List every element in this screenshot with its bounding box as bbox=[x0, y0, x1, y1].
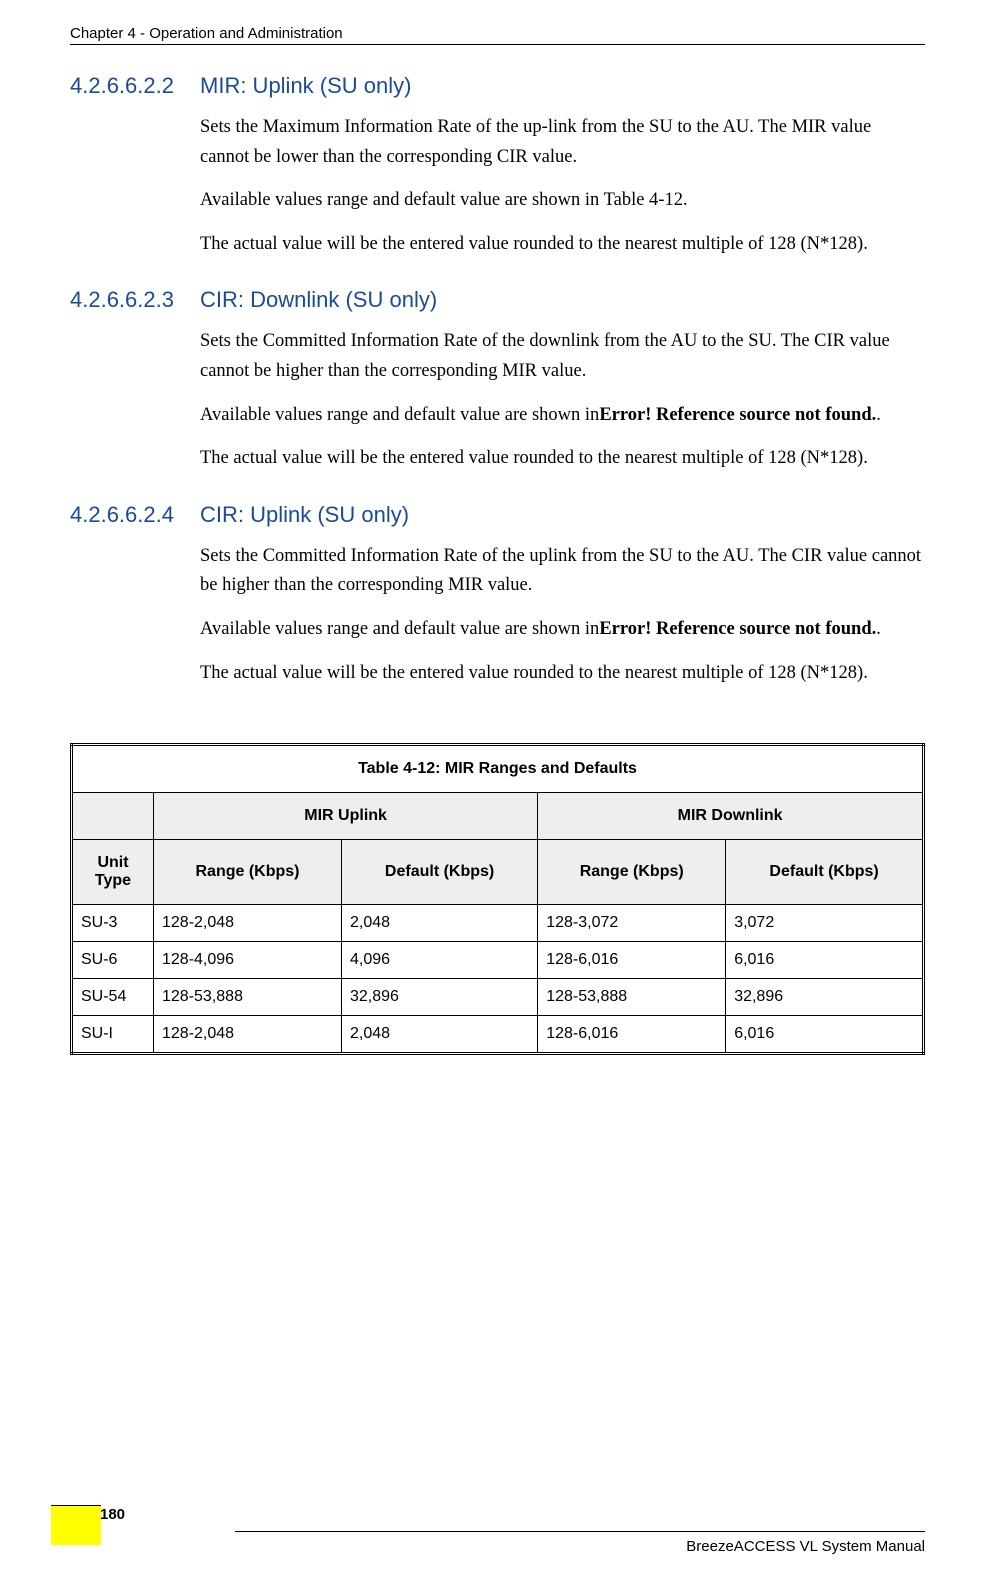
table-cell: 128-6,016 bbox=[538, 1016, 726, 1054]
table-row: SU-54 128-53,888 32,896 128-53,888 32,89… bbox=[72, 979, 924, 1016]
table-header: Range (Kbps) bbox=[538, 840, 726, 905]
footer-text: BreezeACCESS VL System Manual bbox=[235, 1531, 925, 1555]
error-text: Error! Reference source not found. bbox=[599, 405, 876, 425]
text-run: . bbox=[876, 405, 881, 425]
table-cell: 4,096 bbox=[341, 942, 537, 979]
table-caption: Table 4-12: MIR Ranges and Defaults bbox=[72, 745, 924, 793]
table-cell: 2,048 bbox=[341, 1016, 537, 1054]
table-cell: 128-4,096 bbox=[154, 942, 342, 979]
table-cell: 32,896 bbox=[341, 979, 537, 1016]
table-cell: SU-I bbox=[72, 1016, 154, 1054]
table-cell: SU-6 bbox=[72, 942, 154, 979]
table-cell: 32,896 bbox=[726, 979, 924, 1016]
mir-ranges-table: Table 4-12: MIR Ranges and Defaults MIR … bbox=[70, 743, 925, 1055]
table-cell: 128-53,888 bbox=[154, 979, 342, 1016]
table-cell: 2,048 bbox=[341, 905, 537, 942]
table-header: Range (Kbps) bbox=[154, 840, 342, 905]
table-cell: 3,072 bbox=[726, 905, 924, 942]
table-row: SU-6 128-4,096 4,096 128-6,016 6,016 bbox=[72, 942, 924, 979]
section-number: 4.2.6.6.2.4 bbox=[70, 502, 200, 528]
page-header: Chapter 4 - Operation and Administration bbox=[70, 0, 925, 45]
paragraph: Sets the Committed Information Rate of t… bbox=[200, 542, 925, 601]
paragraph: Available values range and default value… bbox=[200, 186, 925, 216]
section-number: 4.2.6.6.2.2 bbox=[70, 73, 200, 99]
section-title: MIR: Uplink (SU only) bbox=[200, 73, 411, 99]
section-heading: 4.2.6.6.2.3 CIR: Downlink (SU only) bbox=[70, 287, 925, 313]
section-number: 4.2.6.6.2.3 bbox=[70, 287, 200, 313]
table-header: Default (Kbps) bbox=[341, 840, 537, 905]
section-title: CIR: Uplink (SU only) bbox=[200, 502, 409, 528]
table-cell: 128-6,016 bbox=[538, 942, 726, 979]
table-cell: SU-3 bbox=[72, 905, 154, 942]
paragraph: Available values range and default value… bbox=[200, 401, 925, 431]
table-header: MIR Uplink bbox=[154, 793, 538, 840]
text-run: Available values range and default value… bbox=[200, 619, 599, 639]
table-header bbox=[72, 793, 154, 840]
text-run: Available values range and default value… bbox=[200, 405, 599, 425]
table-cell: 6,016 bbox=[726, 942, 924, 979]
table-row: SU-3 128-2,048 2,048 128-3,072 3,072 bbox=[72, 905, 924, 942]
table-header: MIR Downlink bbox=[538, 793, 924, 840]
table-cell: 128-53,888 bbox=[538, 979, 726, 1016]
text-run: . bbox=[876, 619, 881, 639]
error-text: Error! Reference source not found. bbox=[599, 619, 876, 639]
table-cell: 6,016 bbox=[726, 1016, 924, 1054]
page-footer: BreezeACCESS VL System Manual 180 bbox=[0, 1531, 995, 1555]
table-cell: 128-2,048 bbox=[154, 1016, 342, 1054]
table-row: SU-I 128-2,048 2,048 128-6,016 6,016 bbox=[72, 1016, 924, 1054]
page-marker-box bbox=[51, 1505, 101, 1545]
paragraph: The actual value will be the entered val… bbox=[200, 230, 925, 260]
table-header: Default (Kbps) bbox=[726, 840, 924, 905]
table-cell: 128-2,048 bbox=[154, 905, 342, 942]
section-heading: 4.2.6.6.2.4 CIR: Uplink (SU only) bbox=[70, 502, 925, 528]
table-cell: SU-54 bbox=[72, 979, 154, 1016]
paragraph: Available values range and default value… bbox=[200, 615, 925, 645]
table-cell: 128-3,072 bbox=[538, 905, 726, 942]
table-body: SU-3 128-2,048 2,048 128-3,072 3,072 SU-… bbox=[72, 905, 924, 1054]
section-heading: 4.2.6.6.2.2 MIR: Uplink (SU only) bbox=[70, 73, 925, 99]
page-number: 180 bbox=[100, 1506, 125, 1523]
paragraph: The actual value will be the entered val… bbox=[200, 444, 925, 474]
paragraph: Sets the Committed Information Rate of t… bbox=[200, 327, 925, 386]
paragraph: The actual value will be the entered val… bbox=[200, 659, 925, 689]
paragraph: Sets the Maximum Information Rate of the… bbox=[200, 113, 925, 172]
section-title: CIR: Downlink (SU only) bbox=[200, 287, 437, 313]
table-header: Unit Type bbox=[72, 840, 154, 905]
